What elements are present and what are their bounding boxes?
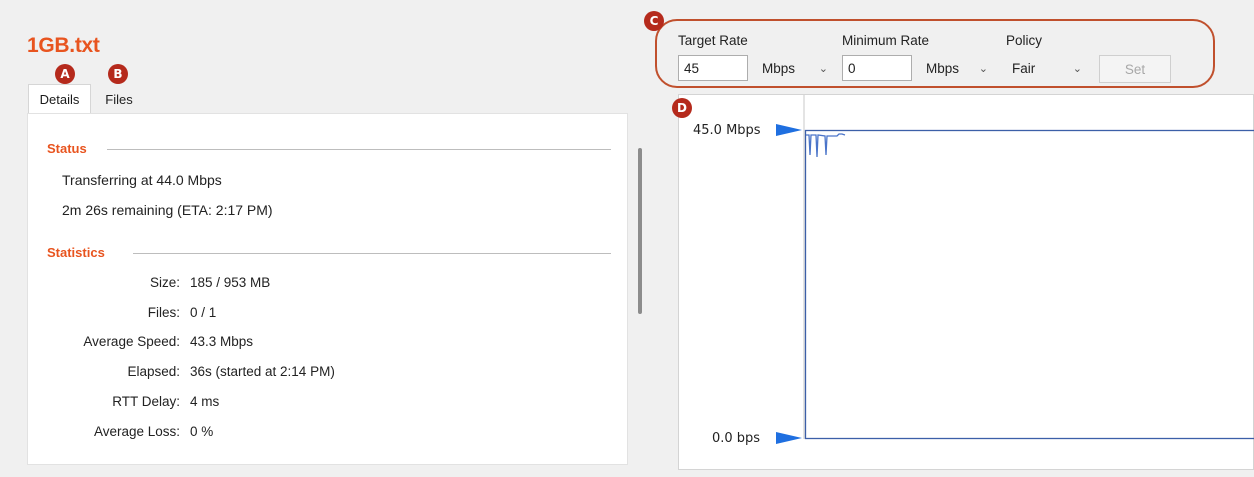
status-divider (107, 149, 611, 150)
callout-badge-b: B (108, 64, 128, 84)
chevron-down-icon: ⌄ (978, 62, 988, 75)
stat-label-files: Files: (147, 305, 180, 320)
transfer-rate-graph-canvas (776, 95, 1254, 444)
callout-badge-d: D (672, 98, 692, 118)
statistics-heading: Statistics (47, 245, 105, 260)
details-scrollbar[interactable] (638, 148, 642, 314)
stat-label-elapsed: Elapsed: (127, 364, 180, 379)
target-rate-label: Target Rate (678, 33, 748, 48)
stat-label-average-loss: Average Loss: (93, 424, 180, 439)
tab-files[interactable]: Files (94, 85, 144, 113)
remaining-time-text: 2m 26s remaining (ETA: 2:17 PM) (62, 202, 273, 218)
target-rate-unit-value: Mbps (762, 60, 796, 76)
graph-plot-area (804, 129, 1254, 440)
chevron-down-icon: ⌄ (1072, 62, 1082, 75)
minimum-rate-input[interactable] (842, 55, 912, 81)
policy-label: Policy (1006, 33, 1043, 48)
minimum-rate-label: Minimum Rate (842, 33, 930, 48)
chevron-down-icon: ⌄ (818, 62, 828, 75)
stat-value-average-loss: 0 % (190, 424, 214, 439)
callout-badge-a: A (55, 64, 75, 84)
policy-value: Fair (1012, 60, 1036, 76)
statistics-divider (133, 253, 611, 254)
tab-details[interactable]: Details (28, 84, 91, 114)
status-heading: Status (47, 141, 87, 156)
stat-value-rtt-delay: 4 ms (190, 394, 220, 409)
target-rate-marker[interactable] (776, 124, 802, 136)
stat-value-average-speed: 43.3 Mbps (190, 334, 254, 349)
target-rate-unit-dropdown[interactable]: Mbps ⌄ (756, 55, 834, 81)
callout-badge-c: C (644, 11, 664, 31)
transfer-rate-text: Transferring at 44.0 Mbps (62, 172, 222, 188)
stat-value-elapsed: 36s (started at 2:14 PM) (190, 364, 335, 379)
target-rate-input[interactable] (678, 55, 748, 81)
stat-label-size: Size: (149, 275, 180, 290)
graph-top-label: 45.0 Mbps (693, 123, 761, 138)
minimum-rate-unit-dropdown[interactable]: Mbps ⌄ (920, 55, 994, 81)
file-title: 1GB.txt (27, 34, 100, 57)
policy-dropdown[interactable]: Fair ⌄ (1006, 55, 1088, 81)
transfer-rate-line (806, 133, 846, 158)
transfer-rate-graph: 45.0 Mbps 0.0 bps (678, 94, 1254, 470)
graph-bottom-label: 0.0 bps (712, 431, 761, 446)
set-button[interactable]: Set (1099, 55, 1171, 83)
stat-value-size: 185 / 953 MB (190, 275, 271, 290)
minimum-rate-marker[interactable] (776, 432, 802, 444)
stat-value-files: 0 / 1 (190, 305, 217, 320)
stat-label-rtt-delay: RTT Delay: (112, 394, 180, 409)
stat-label-average-speed: Average Speed: (83, 334, 180, 349)
minimum-rate-unit-value: Mbps (926, 60, 960, 76)
